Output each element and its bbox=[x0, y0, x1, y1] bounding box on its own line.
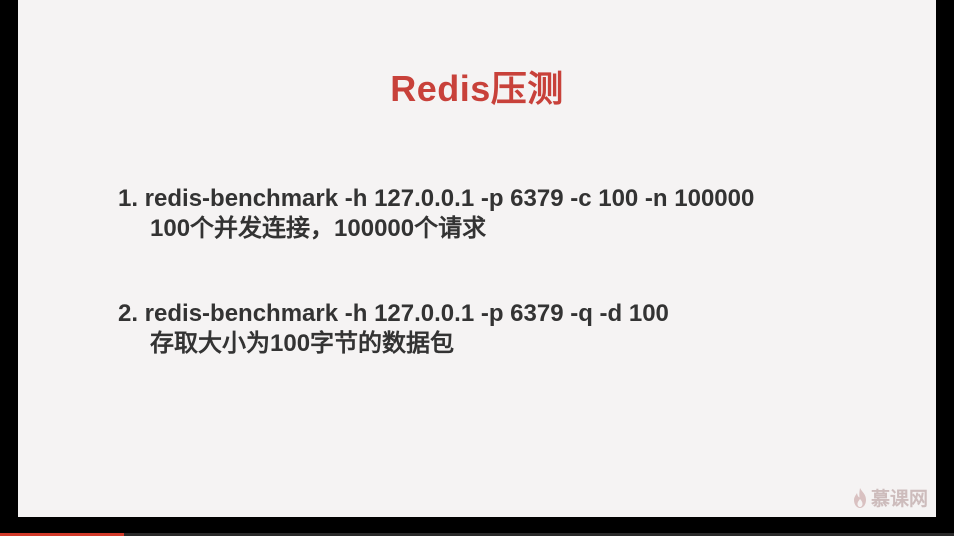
list-item: 1. redis-benchmark -h 127.0.0.1 -p 6379 … bbox=[118, 184, 754, 244]
presentation-slide: Redis压测 1. redis-benchmark -h 127.0.0.1 … bbox=[18, 0, 936, 517]
command-text: 2. redis-benchmark -h 127.0.0.1 -p 6379 … bbox=[118, 300, 669, 327]
watermark-text: 慕课网 bbox=[870, 489, 928, 510]
flame-logo-icon bbox=[853, 487, 867, 508]
video-frame: Redis压测 1. redis-benchmark -h 127.0.0.1 … bbox=[0, 0, 954, 536]
watermark-logo: 慕课网 bbox=[853, 484, 928, 511]
command-description: 存取大小为100字节的数据包 bbox=[150, 330, 455, 357]
list-item: 2. redis-benchmark -h 127.0.0.1 -p 6379 … bbox=[118, 299, 669, 359]
slide-title: Redis压测 bbox=[390, 68, 564, 109]
command-description: 100个并发连接，100000个请求 bbox=[150, 215, 487, 242]
command-text: 1. redis-benchmark -h 127.0.0.1 -p 6379 … bbox=[118, 185, 755, 212]
